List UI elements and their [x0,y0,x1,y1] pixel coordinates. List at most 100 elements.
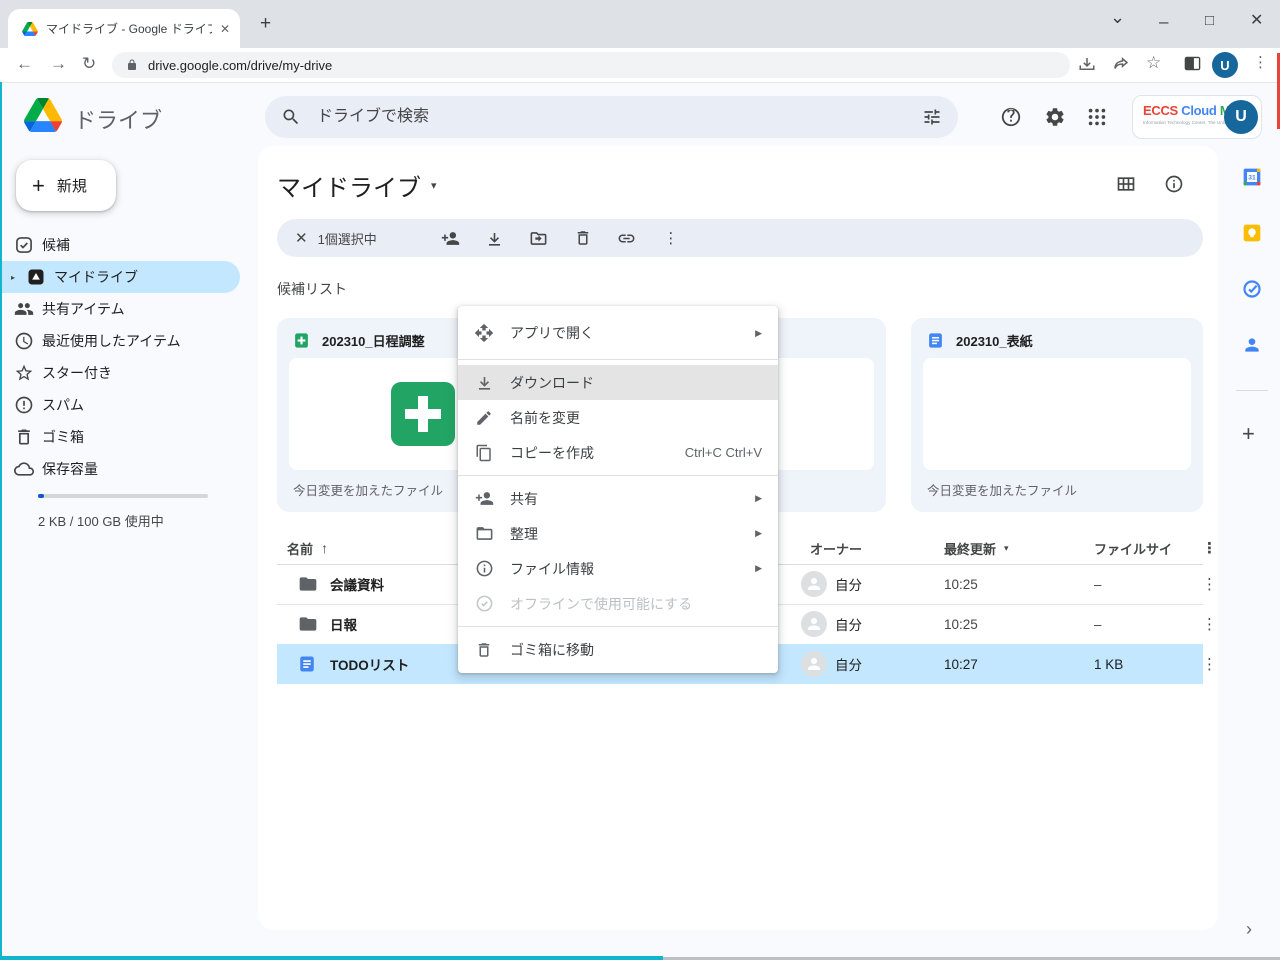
sidebar-item-shared[interactable]: 共有アイテム [0,293,240,325]
details-info-icon[interactable] [1164,174,1184,194]
move-to-folder-icon[interactable] [527,226,551,250]
menu-item-organize[interactable]: 整理 ▶ [458,516,778,551]
downloads-icon[interactable] [1078,55,1096,73]
row-owner: 自分 [801,564,862,604]
lock-icon [126,59,138,71]
add-panel-app-icon[interactable]: + [1242,423,1255,445]
menu-item-share[interactable]: 共有 ▶ [458,481,778,516]
sidebar-item-suggestions[interactable]: 候補 [0,229,240,261]
sort-asc-icon[interactable]: ↑ [321,540,328,556]
column-size[interactable]: ファイルサイ [1094,532,1172,564]
tasks-icon[interactable] [1242,279,1262,299]
row-options-icon[interactable]: ⋮ [1202,564,1217,604]
new-button[interactable]: + 新規 [16,160,116,211]
file-card-thumbnail [923,358,1191,470]
side-panel-icon[interactable] [1184,56,1201,71]
expander-icon[interactable]: ▸ [0,273,26,282]
column-options-icon[interactable]: ⋮ [1202,532,1217,564]
browser-tab[interactable]: マイドライブ - Google ドライブ ✕ [8,9,240,48]
sidebar-item-spam[interactable]: スパム [0,389,240,421]
browser-profile-avatar[interactable]: U [1212,52,1238,78]
apps-grid-icon[interactable] [1086,106,1108,128]
tab-search-icon[interactable]: ⌄ [1110,8,1125,26]
download-icon[interactable] [483,226,507,250]
context-menu: アプリで開く ▶ ダウンロード 名前を変更 コピーを作成 Ctrl+C Ctrl… [458,306,778,673]
browser-menu-icon[interactable]: ⋮ [1253,55,1268,70]
window-minimize-button[interactable]: – [1159,13,1168,30]
calendar-icon[interactable]: 31 [1242,167,1262,187]
menu-item-file-info[interactable]: ファイル情報 ▶ [458,551,778,586]
new-tab-button[interactable]: + [260,14,271,33]
link-icon[interactable] [615,226,639,250]
submenu-arrow-icon: ▶ [755,328,762,339]
menu-item-rename[interactable]: 名前を変更 [458,400,778,435]
row-name[interactable]: TODOリスト [330,644,409,684]
clear-selection-icon[interactable]: ✕ [295,231,308,246]
download-icon [474,373,494,393]
menu-item-open-with[interactable]: アプリで開く ▶ [458,312,778,354]
search-bar[interactable] [265,96,958,138]
share-icon [474,489,494,509]
file-card-footer: 今日変更を加えたファイル [927,480,1077,499]
column-modified[interactable]: 最終更新 ▾ [944,532,1009,564]
menu-divider [458,475,778,476]
new-button-label: 新規 [57,175,87,196]
menu-item-make-copy[interactable]: コピーを作成 Ctrl+C Ctrl+V [458,435,778,470]
menu-item-download[interactable]: ダウンロード [458,365,778,400]
sidebar-item-my-drive[interactable]: ▸ マイドライブ [0,261,240,293]
keep-icon[interactable] [1242,223,1262,243]
storage-progress-fill [38,494,44,498]
sidebar-item-starred[interactable]: スター付き [0,357,240,389]
rail-divider [1236,390,1268,391]
more-actions-icon[interactable]: ⋮ [659,226,683,250]
drive-profile-avatar[interactable]: U [1224,100,1258,134]
grid-view-toggle-icon[interactable] [1116,174,1136,194]
row-options-icon[interactable]: ⋮ [1202,644,1217,684]
bookmark-star-icon[interactable]: ☆ [1146,54,1161,71]
star-icon [14,363,34,383]
forward-button[interactable]: → [50,55,67,72]
share-page-icon[interactable] [1112,55,1130,73]
row-options-icon[interactable]: ⋮ [1202,604,1217,644]
page-title-row[interactable]: マイドライブ ▾ [277,168,437,203]
screen-edge-bottom-teal [0,956,663,960]
window-maximize-button[interactable]: □ [1205,13,1214,28]
sidebar-item-recent[interactable]: 最近使用したアイテム [0,325,240,357]
folder-icon [298,604,318,644]
trash-action-icon[interactable] [571,226,595,250]
spam-icon [14,395,34,415]
menu-item-offline: オフラインで使用可能にする [458,586,778,621]
file-card-name: 202310_日程調整 [322,331,425,350]
suggestions-heading: 候補リスト [277,279,347,299]
search-options-icon[interactable] [922,107,942,127]
suggestions-icon [14,235,34,255]
row-name[interactable]: 会議資料 [330,564,384,604]
back-button[interactable]: ← [16,55,33,72]
title-dropdown-icon[interactable]: ▾ [431,179,437,192]
row-modified: 10:27 [944,644,978,684]
share-icon[interactable] [439,226,463,250]
svg-text:31: 31 [1248,175,1256,182]
cloud-icon [14,459,34,479]
browser-tabstrip: マイドライブ - Google ドライブ ✕ + ⌄ – □ ✕ [0,0,1280,48]
address-bar[interactable]: drive.google.com/drive/my-drive [112,52,1070,78]
sidebar-item-trash[interactable]: ゴミ箱 [0,421,240,453]
menu-item-move-to-trash[interactable]: ゴミ箱に移動 [458,632,778,667]
search-input[interactable] [315,107,908,127]
app-name[interactable]: ドライブ [74,103,162,135]
column-name[interactable]: 名前 ↑ [287,532,328,564]
sidebar-item-storage[interactable]: 保存容量 [0,453,240,485]
contacts-icon[interactable] [1242,335,1262,355]
help-icon[interactable] [1000,106,1022,128]
settings-gear-icon[interactable] [1044,106,1066,128]
row-name[interactable]: 日報 [330,604,357,644]
column-owner[interactable]: オーナー [810,532,862,564]
page-title[interactable]: マイドライブ [277,168,421,203]
window-close-button[interactable]: ✕ [1250,13,1263,29]
drive-logo[interactable] [24,98,62,132]
tab-close-icon[interactable]: ✕ [220,23,230,35]
reload-button[interactable]: ↻ [82,55,96,72]
menu-divider [458,359,778,360]
collapse-panel-chevron-icon[interactable]: › [1246,920,1252,938]
file-card-doc[interactable]: 202310_表紙 今日変更を加えたファイル [911,318,1203,512]
